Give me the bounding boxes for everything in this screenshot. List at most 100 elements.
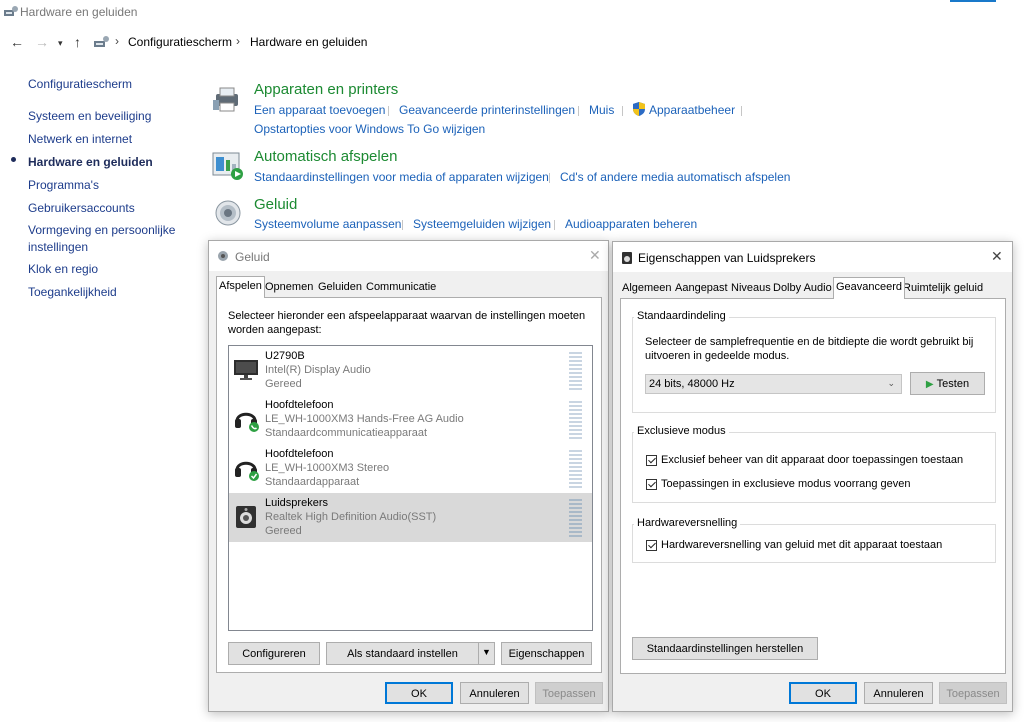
cancel-label: Annuleren	[873, 688, 924, 700]
device-desc: Realtek High Definition Audio(SST)	[265, 511, 437, 523]
sound-dialog-titlebar: Geluid ✕	[209, 241, 608, 271]
sidebar-item-system-security[interactable]: Systeem en beveiliging	[28, 108, 151, 125]
sidebar-item-user-accounts[interactable]: Gebruikersaccounts	[28, 200, 135, 217]
sidebar-item-appearance[interactable]: Vormgeving en persoonlijke	[28, 222, 175, 239]
play-icon: ▶	[925, 379, 934, 390]
configure-button-label: Configureren	[242, 648, 306, 660]
link-windows-to-go[interactable]: Opstartopties voor Windows To Go wijzige…	[254, 122, 485, 136]
speaker-properties-dialog: Eigenschappen van Luidsprekers ✕ Algemee…	[612, 241, 1013, 712]
device-name: U2790B	[265, 350, 305, 362]
link-separator	[388, 106, 389, 116]
sidebar-item-network[interactable]: Netwerk en internet	[28, 131, 132, 148]
breadcrumb-control-panel[interactable]: Configuratiescherm	[128, 35, 232, 49]
tab-general[interactable]: Algemeen	[620, 279, 674, 299]
apply-button[interactable]: Toepassen	[939, 682, 1007, 704]
cancel-button[interactable]: Annuleren	[864, 682, 933, 704]
playback-panel: Selecteer hieronder een afspeelapparaat …	[216, 297, 602, 673]
sidebar-item-hardware-sound[interactable]: Hardware en geluiden	[28, 154, 153, 171]
test-label: Testen	[936, 378, 970, 390]
set-default-button[interactable]: Als standaard instellen	[326, 642, 479, 665]
sidebar-item-control-panel[interactable]: Configuratiescherm	[28, 76, 132, 93]
tab-spatial-sound[interactable]: Ruimtelijk geluid	[901, 279, 985, 299]
sound-tabstrip: Afspelen Opnemen Geluiden Communicatie	[209, 276, 608, 298]
sidebar-item-appearance-2[interactable]: instellingen	[28, 239, 88, 256]
device-desc: LE_WH-1000XM3 Hands-Free AG Audio	[265, 413, 464, 425]
category-title-sound[interactable]: Geluid	[254, 196, 297, 213]
exclusive-mode-group	[632, 432, 996, 503]
device-row-speakers[interactable]: Luidsprekers Realtek High Definition Aud…	[229, 493, 592, 542]
tab-communication[interactable]: Communicatie	[364, 278, 438, 298]
exclusive-control-checkbox[interactable]	[646, 455, 657, 466]
speaker-title-icon	[621, 251, 633, 268]
forward-arrow-icon[interactable]: →	[35, 34, 49, 50]
up-arrow-icon[interactable]: ↑	[74, 34, 81, 50]
test-button[interactable]: ▶ Testen	[910, 372, 985, 395]
speaker-device-icon	[234, 505, 258, 532]
sidebar-item-clock-region[interactable]: Klok en regio	[28, 261, 98, 278]
link-system-sounds[interactable]: Systeemgeluiden wijzigen	[413, 217, 551, 231]
device-row-headphones-handsfree[interactable]: Hoofdtelefoon LE_WH-1000XM3 Hands-Free A…	[229, 395, 592, 444]
link-printer-settings[interactable]: Geavanceerde printerinstellingen	[399, 103, 575, 117]
close-icon[interactable]: ✕	[991, 248, 1003, 265]
link-device-manager[interactable]: Apparaatbeheer	[649, 103, 735, 117]
device-list[interactable]: U2790B Intel(R) Display Audio Gereed Hoo…	[228, 345, 593, 631]
cancel-button[interactable]: Annuleren	[460, 682, 529, 704]
ok-label: OK	[815, 688, 831, 700]
device-name: Hoofdtelefoon	[265, 399, 334, 411]
breadcrumb-separator: ›	[115, 34, 119, 48]
link-system-volume[interactable]: Systeemvolume aanpassen	[254, 217, 401, 231]
ok-button[interactable]: OK	[385, 682, 453, 704]
link-media-defaults[interactable]: Standaardinstellingen voor media of appa…	[254, 170, 549, 184]
exclusive-priority-checkbox[interactable]	[646, 479, 657, 490]
link-add-device[interactable]: Een apparaat toevoegen	[254, 103, 385, 117]
sound-dialog-title: Geluid	[235, 250, 270, 264]
back-arrow-icon[interactable]: ←	[10, 34, 24, 50]
configure-button[interactable]: Configureren	[228, 642, 320, 665]
props-dialog-titlebar: Eigenschappen van Luidsprekers ✕	[613, 242, 1012, 272]
address-bar: ← → ▾ ↑ › Configuratiescherm › Hardware …	[0, 28, 1024, 56]
link-audio-devices[interactable]: Audioapparaten beheren	[565, 217, 697, 231]
window-title-bar: Hardware en geluiden	[0, 0, 1024, 24]
default-format-text-2: uitvoeren in gedeelde modus.	[645, 350, 790, 362]
cancel-label: Annuleren	[469, 688, 520, 700]
tab-advanced[interactable]: Geavanceerd	[833, 277, 906, 299]
sample-format-select[interactable]: 24 bits, 48000 Hz ⌄	[645, 374, 902, 394]
hw-acceleration-checkbox[interactable]	[646, 540, 657, 551]
apply-label: Toepassen	[946, 688, 1000, 700]
tab-dolby-audio[interactable]: Dolby Audio	[771, 279, 834, 299]
advanced-panel: Standaardindeling Selecteer de samplefre…	[620, 298, 1006, 674]
link-mouse[interactable]: Muis	[589, 103, 614, 117]
breadcrumb-hardware-sound[interactable]: Hardware en geluiden	[250, 35, 367, 49]
set-default-dropdown[interactable]: ▼	[478, 642, 495, 665]
device-row-headphones-stereo[interactable]: Hoofdtelefoon LE_WH-1000XM3 Stereo Stand…	[229, 444, 592, 493]
link-separator	[402, 220, 403, 230]
device-desc: Intel(R) Display Audio	[265, 364, 371, 376]
tab-levels[interactable]: Niveaus	[729, 279, 773, 299]
tab-custom[interactable]: Aangepast	[673, 279, 730, 299]
restore-defaults-button[interactable]: Standaardinstellingen herstellen	[632, 637, 818, 660]
sidebar-item-accessibility[interactable]: Toegankelijkheid	[28, 284, 117, 301]
tab-recording[interactable]: Opnemen	[263, 278, 315, 298]
close-icon[interactable]: ✕	[589, 247, 601, 264]
speaker-icon	[214, 198, 242, 231]
sound-dialog-icon	[217, 250, 229, 265]
window-title: Hardware en geluiden	[20, 5, 138, 19]
properties-button[interactable]: Eigenschappen	[501, 642, 592, 665]
tab-playback[interactable]: Afspelen	[216, 276, 265, 298]
apply-label: Toepassen	[542, 688, 596, 700]
tab-sounds[interactable]: Geluiden	[316, 278, 364, 298]
ok-button[interactable]: OK	[789, 682, 857, 704]
link-cd-autoplay[interactable]: Cd's of andere media automatisch afspele…	[560, 170, 790, 184]
device-row-u2790b[interactable]: U2790B Intel(R) Display Audio Gereed	[229, 346, 592, 395]
device-status: Standaardapparaat	[265, 476, 360, 488]
category-title-autoplay[interactable]: Automatisch afspelen	[254, 148, 397, 165]
sidebar-item-programs[interactable]: Programma's	[28, 177, 99, 194]
headphones-check-icon	[233, 454, 261, 485]
sound-dialog: Geluid ✕ Afspelen Opnemen Geluiden Commu…	[208, 240, 609, 712]
apply-button[interactable]: Toepassen	[535, 682, 603, 704]
restore-defaults-label: Standaardinstellingen herstellen	[646, 643, 804, 655]
default-format-label: Standaardindeling	[634, 310, 729, 322]
category-title-devices[interactable]: Apparaten en printers	[254, 81, 398, 98]
recent-chevron-icon[interactable]: ▾	[58, 38, 63, 49]
link-separator	[622, 106, 623, 116]
